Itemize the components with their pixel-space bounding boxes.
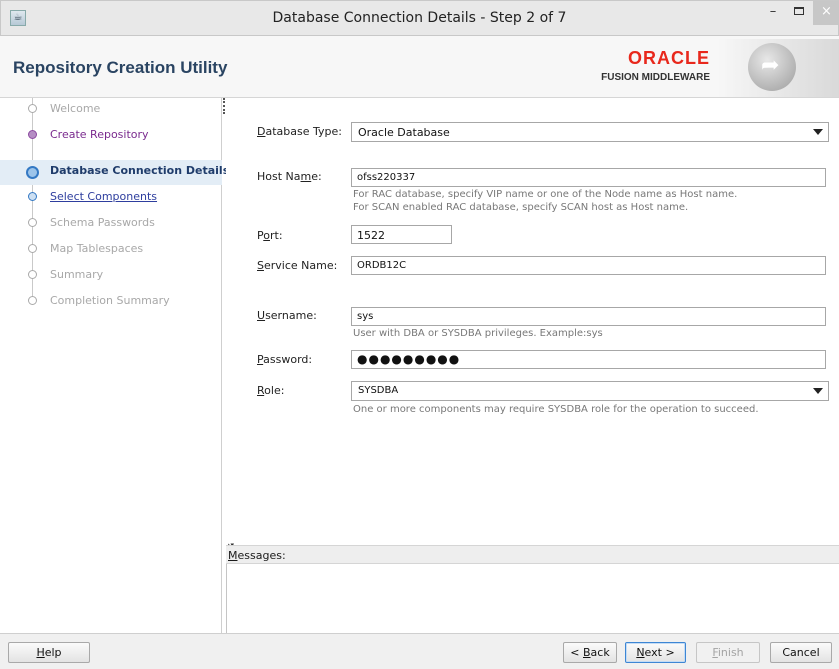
- sidebar-item-label: Summary: [50, 268, 104, 281]
- maximize-button[interactable]: [787, 1, 811, 25]
- app-title: Repository Creation Utility: [13, 58, 228, 77]
- sidebar-item-label: Create Repository: [50, 128, 149, 141]
- sidebar-item-label: Completion Summary: [50, 294, 170, 307]
- next-button[interactable]: Next >: [625, 642, 686, 663]
- sidebar-item-label: Database Connection Details: [50, 164, 230, 177]
- sidebar-item-label: Map Tablespaces: [50, 242, 144, 255]
- button-bar: Help < Back Next > Finish Cancel: [0, 633, 839, 669]
- sidebar-item-label: Schema Passwords: [50, 216, 155, 229]
- chevron-down-icon: [813, 129, 823, 135]
- back-button[interactable]: < Back: [563, 642, 617, 663]
- wizard-steps-nav: Welcome Create Repository Database Connect…: [0, 98, 229, 633]
- oracle-logo-word: ORACLE: [628, 48, 710, 68]
- role-select[interactable]: SYSDBA: [351, 381, 829, 401]
- messages-header: Messages:: [226, 545, 839, 564]
- role-hint: One or more components may require SYSDB…: [353, 404, 759, 415]
- role-label: Role:: [257, 384, 285, 397]
- sidebar-item-select-components[interactable]: Select Components: [0, 186, 222, 211]
- host-name-hint-rac: For RAC database, specify VIP name or on…: [353, 189, 738, 200]
- window-title: Database Connection Details - Step 2 of …: [272, 10, 567, 26]
- connection-form: Database Type: Oracle Database Host Name…: [226, 98, 839, 541]
- service-name-label: Service Name:: [257, 259, 338, 272]
- finish-button[interactable]: Finish: [696, 642, 760, 663]
- sidebar-item-database-connection-details[interactable]: Database Connection Details: [0, 160, 229, 185]
- password-input[interactable]: ●●●●●●●●●: [351, 350, 826, 369]
- header-graphic: ➦: [718, 39, 839, 97]
- database-type-select[interactable]: Oracle Database: [351, 122, 829, 142]
- step-marker-icon: [28, 270, 37, 279]
- username-hint: User with DBA or SYSDBA privileges. Exam…: [353, 328, 603, 339]
- step-marker-icon: [28, 244, 37, 253]
- oracle-logo: ORACLE FUSION MIDDLEWARE: [588, 48, 716, 88]
- sidebar-item-create-repository[interactable]: Create Repository: [0, 124, 222, 149]
- messages-area[interactable]: [226, 564, 839, 633]
- database-type-label: Database Type:: [257, 125, 342, 138]
- port-input[interactable]: 1522: [351, 225, 452, 244]
- messages-label: Messages:: [228, 549, 286, 562]
- help-button[interactable]: Help: [8, 642, 90, 663]
- sidebar-item-welcome: Welcome: [0, 98, 222, 123]
- sidebar-item-completion-summary: Completion Summary: [0, 290, 222, 315]
- password-label: Password:: [257, 353, 313, 366]
- sidebar-item-map-tablespaces: Map Tablespaces: [0, 238, 222, 263]
- chevron-down-icon: [813, 388, 823, 394]
- port-label: Port:: [257, 229, 283, 242]
- maximize-icon: [794, 7, 804, 15]
- host-name-input[interactable]: ofss220337: [351, 168, 826, 187]
- step-marker-icon: [26, 166, 39, 179]
- fusion-middleware-label: FUSION MIDDLEWARE: [601, 72, 710, 83]
- step-marker-icon: [28, 192, 37, 201]
- product-emblem-icon: ➦: [748, 43, 796, 91]
- username-label: Username:: [257, 309, 317, 322]
- window-titlebar: ☕ Database Connection Details - Step 2 o…: [0, 0, 839, 36]
- sidebar-item-label: Select Components: [50, 190, 158, 203]
- role-value: SYSDBA: [358, 385, 399, 396]
- username-input[interactable]: sys: [351, 307, 826, 326]
- step-marker-icon: [28, 218, 37, 227]
- sidebar-item-summary: Summary: [0, 264, 222, 289]
- step-marker-icon: [28, 296, 37, 305]
- database-type-value: Oracle Database: [358, 126, 450, 139]
- host-name-label: Host Name:: [257, 170, 322, 183]
- minimize-button[interactable]: –: [761, 1, 785, 25]
- sidebar-item-schema-passwords: Schema Passwords: [0, 212, 222, 237]
- host-name-hint-scan: For SCAN enabled RAC database, specify S…: [353, 202, 689, 213]
- step-marker-icon: [28, 130, 37, 139]
- step-marker-icon: [28, 104, 37, 113]
- close-button[interactable]: ×: [813, 1, 839, 25]
- header-banner: Repository Creation Utility ORACLE FUSIO…: [0, 36, 839, 98]
- cancel-button[interactable]: Cancel: [770, 642, 832, 663]
- service-name-input[interactable]: ORDB12C: [351, 256, 826, 275]
- sidebar-item-label: Welcome: [50, 102, 101, 115]
